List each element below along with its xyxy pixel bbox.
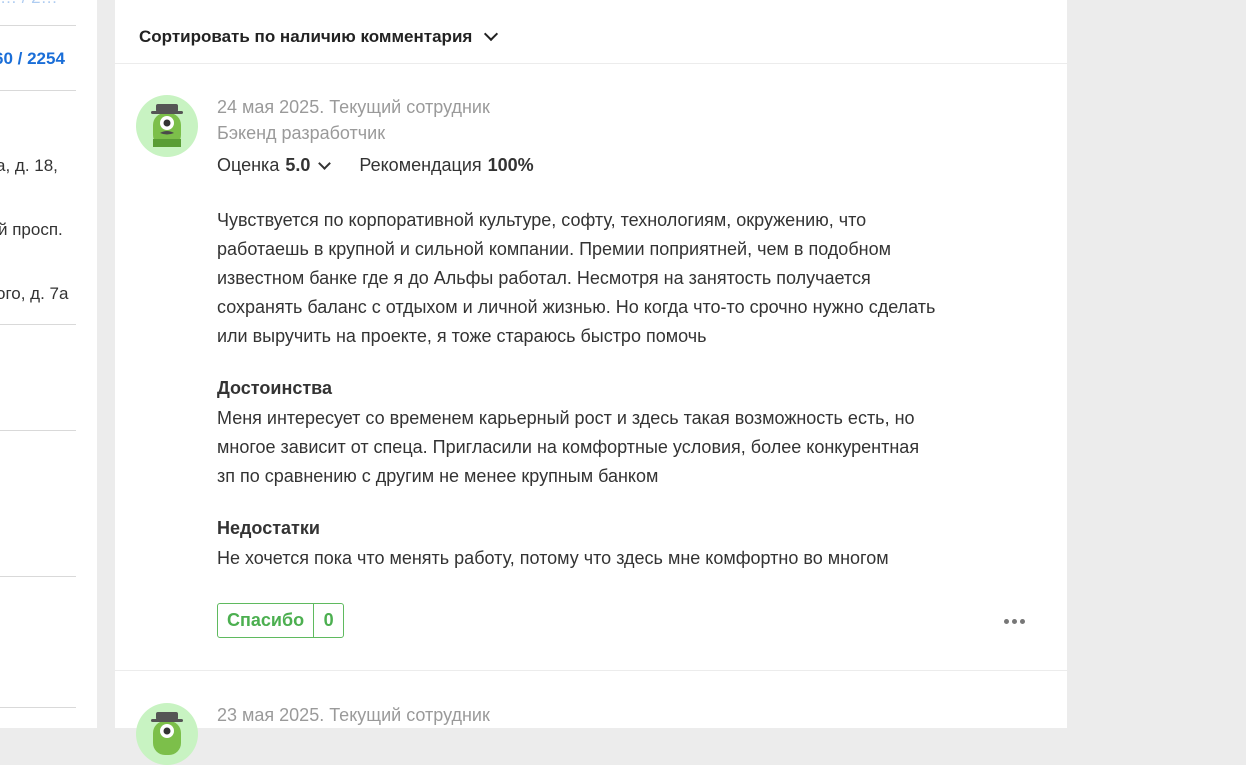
divider (0, 25, 76, 26)
sidebar-address: а, д. 18, (0, 156, 58, 175)
monster-avatar-icon (151, 712, 183, 755)
divider (0, 707, 76, 708)
rating-label: Оценка (217, 155, 280, 175)
sidebar-link-count[interactable]: 60 / 2254 (0, 49, 65, 69)
divider (0, 324, 76, 325)
divider (0, 576, 76, 577)
cons-title: Недостатки (217, 518, 320, 538)
review-date-status: 24 мая 2025. Текущий сотрудник (217, 97, 490, 117)
recommend-value: 100% (487, 155, 534, 175)
divider (0, 90, 76, 91)
review-position: Бэкенд разработчик (217, 123, 386, 143)
left-sidebar: … / 2… 60 / 2254 а, д. 18, й просп. ого,… (0, 0, 97, 728)
review-text: Чувствуется по корпоративной культуре, с… (217, 210, 936, 346)
review-date-status: 23 мая 2025. Текущий сотрудник (217, 705, 490, 725)
sort-dropdown[interactable]: Сортировать по наличию комментария (139, 26, 499, 47)
thanks-count: 0 (323, 610, 334, 630)
reviews-panel: Сортировать по наличию комментария 24 ма… (115, 0, 1067, 765)
review-divider (115, 670, 1067, 671)
chevron-down-icon[interactable] (318, 157, 332, 170)
recommend-label: Рекомендация (359, 155, 482, 175)
cons-text: Не хочется пока что менять работу, потом… (217, 548, 889, 568)
divider (0, 430, 76, 431)
avatar (136, 95, 198, 157)
sort-label: Сортировать по наличию комментария (139, 27, 473, 46)
pros-title: Достоинства (217, 378, 332, 398)
sidebar-address: ого, д. 7а (0, 284, 69, 303)
more-options-icon[interactable] (1004, 619, 1028, 627)
thanks-button[interactable]: Спасибо 0 (217, 603, 345, 638)
monster-avatar-icon (151, 104, 183, 147)
pros-text: Меня интересует со временем карьерный ро… (217, 408, 920, 486)
review-ratings: Оценка 5.0 Рекомендация 100% (217, 155, 534, 176)
sort-bar: Сортировать по наличию комментария (115, 0, 1067, 64)
sidebar-link-partial[interactable]: … / 2… (0, 0, 58, 8)
rating-value: 5.0 (285, 155, 311, 175)
sidebar-address: й просп. (0, 220, 63, 239)
thanks-label: Спасибо (218, 604, 315, 637)
chevron-down-icon (484, 26, 499, 42)
avatar (136, 703, 198, 765)
